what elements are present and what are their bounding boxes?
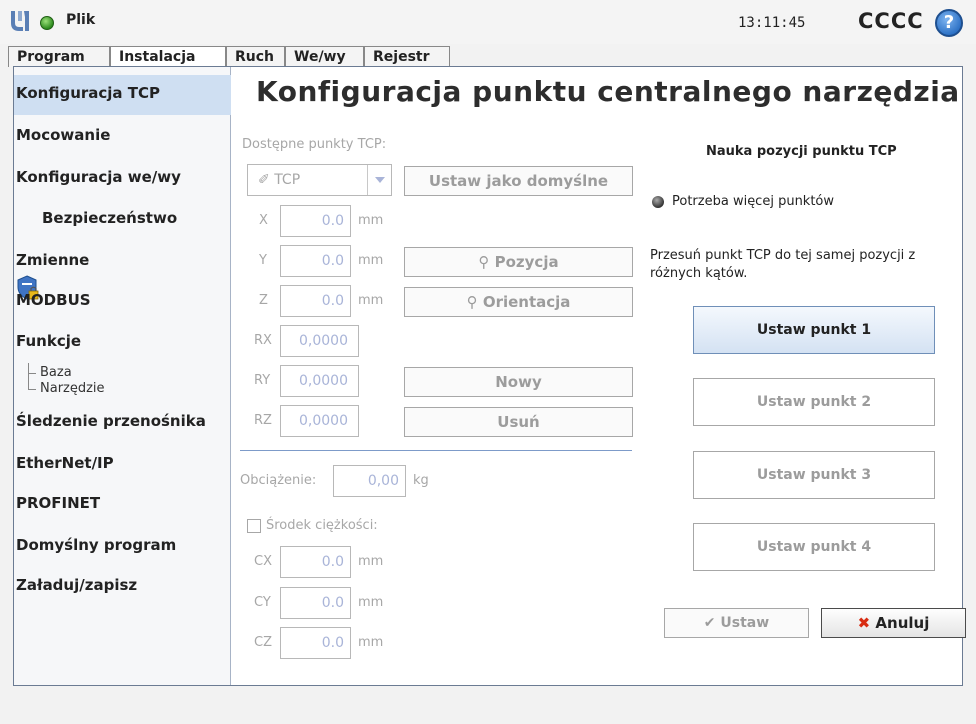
sidebar-sub-base[interactable]: Baza <box>40 365 72 380</box>
tree-tick <box>28 373 36 374</box>
tcp-config-content: Konfiguracja punktu centralnego narzędzi… <box>232 67 966 685</box>
tcp-select-text: TCP <box>274 172 301 188</box>
close-icon: ✖ <box>857 614 876 632</box>
cy-field[interactable]: 0.0 <box>280 587 351 619</box>
robot-status-icon[interactable] <box>40 16 54 30</box>
teach-title: Nauka pozycji punktu TCP <box>706 144 897 159</box>
y-unit: mm <box>358 253 384 268</box>
set-point-4-button[interactable]: Ustaw punkt 4 <box>693 523 935 571</box>
cog-checkbox[interactable] <box>247 519 261 533</box>
tool-icon: ⚲ <box>466 293 483 311</box>
footer-bar <box>0 686 976 724</box>
tab-io[interactable]: We/wy <box>285 46 364 67</box>
tree-line <box>28 363 29 389</box>
cx-field[interactable]: 0.0 <box>280 546 351 578</box>
divider <box>240 450 632 451</box>
cy-label: CY <box>254 595 271 610</box>
z-label: Z <box>259 293 268 308</box>
delete-button[interactable]: Usuń <box>404 407 633 437</box>
cog-label: Środek ciężkości: <box>266 518 378 533</box>
cx-unit: mm <box>358 554 384 569</box>
orientation-button[interactable]: ⚲ Orientacja <box>404 287 633 317</box>
sidebar-item-safety[interactable]: Bezpieczeństwo <box>14 200 231 240</box>
rz-label: RZ <box>254 413 272 428</box>
z-field[interactable]: 0.0 <box>280 285 351 317</box>
available-tcp-label: Dostępne punkty TCP: <box>242 137 387 152</box>
cancel-button-label: Anuluj <box>875 614 930 632</box>
teach-status: Potrzeba więcej punktów <box>672 194 835 209</box>
payload-unit: kg <box>413 473 429 488</box>
installation-panel: Konfiguracja TCP Mocowanie Konfiguracja … <box>13 66 966 686</box>
set-point-1-button[interactable]: Ustaw punkt 1 <box>693 306 935 354</box>
set-point-2-button[interactable]: Ustaw punkt 2 <box>693 378 935 426</box>
sidebar-item-default-program[interactable]: Domyślny program <box>14 527 231 567</box>
sidebar: Konfiguracja TCP Mocowanie Konfiguracja … <box>14 67 231 685</box>
y-field[interactable]: 0.0 <box>280 245 351 277</box>
top-bar: Plik 13:11:45 CCCC ? <box>0 0 976 44</box>
file-menu[interactable]: Plik <box>66 12 95 28</box>
orientation-button-label: Orientacja <box>482 293 571 311</box>
sidebar-item-features[interactable]: Funkcje <box>14 323 231 363</box>
sidebar-item-mounting[interactable]: Mocowanie <box>14 117 231 157</box>
ry-field[interactable]: 0,0000 <box>280 365 359 397</box>
sidebar-item-ethernetip[interactable]: EtherNet/IP <box>14 445 231 485</box>
robot-name: CCCC <box>858 9 924 33</box>
new-button[interactable]: Nowy <box>404 367 633 397</box>
tool-icon: ⚲ <box>478 253 495 271</box>
sidebar-item-load-save[interactable]: Załaduj/zapisz <box>14 567 231 607</box>
x-field[interactable]: 0.0 <box>280 205 351 237</box>
set-button[interactable]: ✔ Ustaw <box>664 608 809 638</box>
x-label: X <box>259 213 268 228</box>
sidebar-item-variables[interactable]: Zmienne <box>14 242 231 282</box>
sidebar-item-io-setup[interactable]: Konfiguracja we/wy <box>14 159 231 199</box>
sidebar-sub-tool[interactable]: Narzędzie <box>40 381 105 396</box>
tcp-select-value: ✐ TCP <box>258 172 301 188</box>
tab-log[interactable]: Rejestr <box>364 46 450 67</box>
cz-label: CZ <box>254 635 272 650</box>
payload-label: Obciążenie: <box>240 473 317 488</box>
cz-unit: mm <box>358 635 384 650</box>
set-point-3-button[interactable]: Ustaw punkt 3 <box>693 451 935 499</box>
x-unit: mm <box>358 213 384 228</box>
rx-field[interactable]: 0,0000 <box>280 325 359 357</box>
tab-move[interactable]: Ruch <box>226 46 285 67</box>
sidebar-item-modbus[interactable]: MODBUS <box>14 282 231 322</box>
payload-field[interactable]: 0,00 <box>333 465 406 497</box>
cancel-button[interactable]: ✖ Anuluj <box>821 608 966 638</box>
position-button-label: Pozycja <box>494 253 559 271</box>
root-window: Plik 13:11:45 CCCC ? Program Instalacja … <box>0 0 976 724</box>
cz-field[interactable]: 0.0 <box>280 627 351 659</box>
page-title: Konfiguracja punktu centralnego narzędzi… <box>256 75 960 108</box>
teach-instruction: Przesuń punkt TCP do tej samej pozycji z… <box>650 248 916 281</box>
chevron-down-icon <box>367 165 391 195</box>
tab-program[interactable]: Program <box>8 46 110 67</box>
status-dot-icon <box>652 196 664 208</box>
rz-field[interactable]: 0,0000 <box>280 405 359 437</box>
ur-logo-icon <box>11 11 29 31</box>
tree-tick <box>28 389 36 390</box>
z-unit: mm <box>358 293 384 308</box>
y-label: Y <box>259 253 267 268</box>
help-icon[interactable]: ? <box>935 9 963 37</box>
tab-installation[interactable]: Instalacja <box>110 46 226 68</box>
sidebar-item-profinet[interactable]: PROFINET <box>14 485 231 525</box>
position-button[interactable]: ⚲ Pozycja <box>404 247 633 277</box>
cy-unit: mm <box>358 595 384 610</box>
set-button-label: Ustaw <box>720 615 770 631</box>
sidebar-item-conveyor[interactable]: Śledzenie przenośnika <box>14 403 231 443</box>
ry-label: RY <box>254 373 271 388</box>
check-icon: ✔ <box>703 615 721 631</box>
tcp-select[interactable]: ✐ TCP <box>247 164 392 196</box>
clock: 13:11:45 <box>738 15 806 31</box>
sidebar-item-tcp[interactable]: Konfiguracja TCP <box>14 75 231 115</box>
set-default-button[interactable]: Ustaw jako domyślne <box>404 166 633 196</box>
cx-label: CX <box>254 554 272 569</box>
rx-label: RX <box>254 333 272 348</box>
